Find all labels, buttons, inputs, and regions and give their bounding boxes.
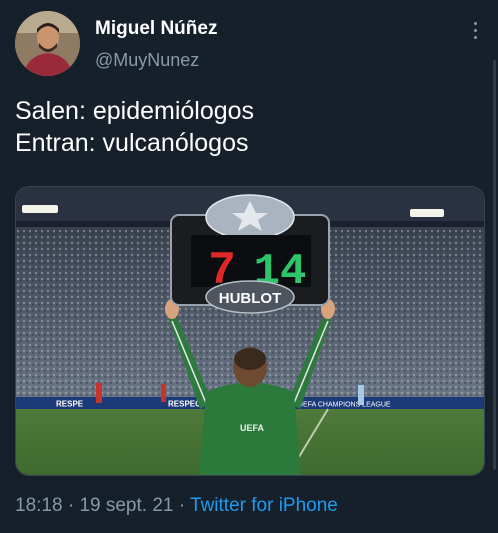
author-name[interactable]: Miguel Núñez — [95, 18, 217, 40]
floodlight-right — [410, 209, 444, 217]
jersey-text: UEFA — [240, 423, 265, 433]
meta-separator: · — [67, 495, 75, 516]
player — [161, 384, 166, 402]
tweet-meta: 18:18 · 19 sept. 21 · Twitter for iPhone — [15, 495, 338, 517]
tweet-media-image[interactable]: RESPE RESPEC UEFA CHAMPIONS LEAGUE UEFA … — [15, 186, 485, 476]
tweet-date[interactable]: 19 sept. 21 — [79, 495, 173, 516]
tweet-line-1: Salen: epidemiólogos — [15, 97, 255, 125]
author-handle[interactable]: @MuyNunez — [95, 50, 199, 71]
avatar[interactable] — [15, 11, 80, 76]
scrollbar[interactable] — [493, 60, 496, 470]
player — [96, 383, 102, 403]
meta-separator: · — [178, 495, 186, 516]
more-options-icon[interactable] — [470, 22, 480, 44]
tweet-time[interactable]: 18:18 — [15, 495, 63, 516]
tweet-line-2: Entran: vulcanólogos — [15, 129, 249, 157]
player — [358, 385, 364, 405]
floodlight-left — [22, 205, 58, 213]
stadium-photo: RESPE RESPEC UEFA CHAMPIONS LEAGUE UEFA … — [16, 187, 484, 475]
ad-right-text: UEFA CHAMPIONS LEAGUE — [298, 402, 391, 409]
tweet-text: Salen: epidemiólogos Entran: vulcanólogo… — [15, 95, 485, 159]
avatar-image — [15, 11, 80, 76]
board-brand: HUBLOT — [219, 290, 282, 307]
ad-left-text: RESPE — [56, 400, 84, 409]
tweet-source-link[interactable]: Twitter for iPhone — [190, 495, 338, 516]
ad-mid-text: RESPEC — [168, 400, 201, 409]
